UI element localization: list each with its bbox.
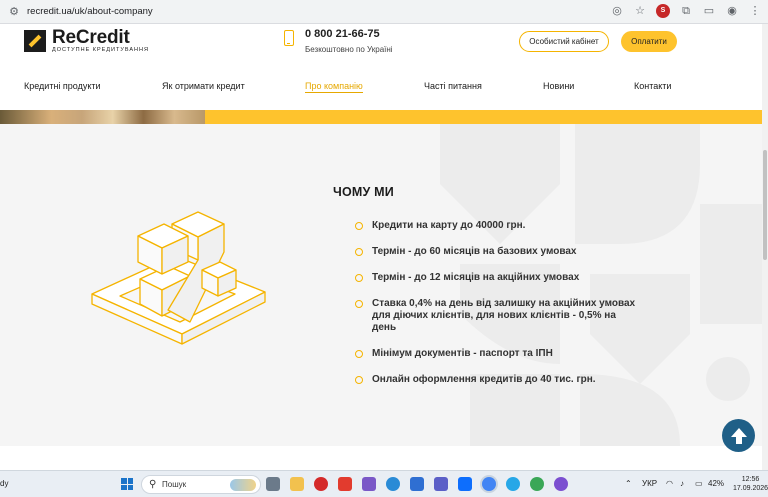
- bullet-circle-icon: [355, 350, 363, 358]
- clock-date: 17.09.2026: [733, 485, 768, 492]
- why-us-section: ЧОМУ МИ Кредити на карту до 40000 грн. Т…: [0, 124, 762, 446]
- nav-item-credit-products[interactable]: Кредитні продукти: [24, 81, 101, 91]
- logo-mark-icon: [24, 30, 46, 52]
- extensions-puzzle-icon[interactable]: ⧉: [679, 4, 693, 18]
- phone-icon: [284, 30, 294, 46]
- taskbar-left-text: dy: [0, 479, 9, 488]
- site-header: ReCredit ДОСТУПНЕ КРЕДИТУВАННЯ 0 800 21-…: [0, 24, 768, 60]
- logo-name: ReCredit: [52, 27, 130, 48]
- benefit-text: Мінімум документів - паспорт та ІПН: [372, 348, 553, 359]
- hero-banner-photo: [0, 110, 205, 124]
- nav-item-about-company[interactable]: Про компанію: [305, 81, 363, 93]
- taskbar-search[interactable]: ⚲ Пошук: [141, 475, 261, 494]
- hero-banner-strip: [0, 110, 768, 124]
- why-us-title: ЧОМУ МИ: [333, 185, 394, 199]
- scrollbar-thumb[interactable]: [763, 150, 767, 260]
- arrow-up-icon: [730, 427, 747, 444]
- battery-icon[interactable]: ▭: [695, 479, 703, 488]
- list-item: Термін - до 12 місяців на акційних умова…: [355, 272, 640, 284]
- search-highlight-icon: [230, 479, 256, 491]
- address-url[interactable]: recredit.ua/uk/about-company: [27, 6, 153, 17]
- logo-tagline: ДОСТУПНЕ КРЕДИТУВАННЯ: [52, 47, 149, 53]
- viber-icon[interactable]: [554, 477, 568, 491]
- taskbar-clock[interactable]: 12:56 17.09.2026: [733, 475, 768, 493]
- search-icon: ⚲: [149, 479, 157, 490]
- nav-item-how-to-get-credit[interactable]: Як отримати кредит: [162, 81, 245, 91]
- wifi-icon[interactable]: ◠: [666, 479, 673, 488]
- benefit-text: Кредити на карту до 40000 грн.: [372, 220, 526, 231]
- bookmark-star-icon[interactable]: ☆: [633, 4, 647, 18]
- browser-toolbar-icons: ◎ ☆ S ⧉ ▭ ◉ ⋮: [610, 4, 762, 18]
- opera-icon[interactable]: [314, 477, 328, 491]
- edge-icon[interactable]: [386, 477, 400, 491]
- bullet-circle-icon: [355, 274, 363, 282]
- benefit-text: Термін - до 60 місяців на базових умовах: [372, 246, 577, 257]
- list-item: Термін - до 60 місяців на базових умовах: [355, 246, 640, 258]
- site-info-icon[interactable]: ⚙: [7, 5, 21, 19]
- list-item: Онлайн оформлення кредитів до 40 тис. гр…: [355, 374, 640, 386]
- phone-number[interactable]: 0 800 21-66-75: [305, 28, 380, 40]
- bullet-circle-icon: [355, 248, 363, 256]
- bullet-circle-icon: [355, 376, 363, 384]
- dropbox-icon[interactable]: [458, 477, 472, 491]
- phone-note: Безкоштовно по Україні: [305, 45, 393, 54]
- nav-item-faq[interactable]: Часті питання: [424, 81, 482, 91]
- app-l-icon[interactable]: [338, 477, 352, 491]
- pay-button[interactable]: Оплатити: [621, 31, 677, 52]
- chrome-icon[interactable]: [482, 477, 496, 491]
- benefits-list: Кредити на карту до 40000 грн. Термін - …: [355, 220, 640, 400]
- telegram-icon[interactable]: [506, 477, 520, 491]
- os-taskbar: dy ⚲ Пошук ⌃ УКР ◠ ♪ ▭ 42% 12:56 17.09.2…: [0, 470, 768, 497]
- logo[interactable]: ReCredit ДОСТУПНЕ КРЕДИТУВАННЯ: [24, 27, 149, 53]
- benefit-text: Термін - до 12 місяців на акційних умова…: [372, 272, 580, 283]
- benefit-text: Ставка 0,4% на день від залишку на акцій…: [372, 298, 636, 333]
- list-item: Кредити на карту до 40000 грн.: [355, 220, 640, 232]
- copilot-icon[interactable]: [362, 477, 376, 491]
- main-nav: Кредитні продукти Як отримати кредит Про…: [0, 60, 768, 110]
- browser-address-bar: ⚙ recredit.ua/uk/about-company ◎ ☆ S ⧉ ▭…: [0, 0, 768, 24]
- benefit-text: Онлайн оформлення кредитів до 40 тис. гр…: [372, 374, 596, 385]
- eye-slash-icon[interactable]: ◎: [610, 4, 624, 18]
- extension-icon[interactable]: S: [656, 4, 670, 18]
- battery-percent: 42%: [708, 479, 725, 488]
- app-icon[interactable]: [410, 477, 424, 491]
- personal-cabinet-button[interactable]: Особистий кабінет: [519, 31, 609, 52]
- file-explorer-icon[interactable]: [290, 477, 304, 491]
- scroll-to-top-button[interactable]: [722, 419, 755, 452]
- task-view-icon[interactable]: [266, 477, 280, 491]
- list-item: Ставка 0,4% на день від залишку на акцій…: [355, 298, 640, 334]
- taskbar-search-label: Пошук: [162, 480, 187, 489]
- menu-dots-icon[interactable]: ⋮: [748, 4, 762, 18]
- tray-chevron-icon[interactable]: ⌃: [625, 479, 632, 488]
- side-panel-icon[interactable]: ▭: [702, 4, 716, 18]
- page-bottom: [0, 446, 762, 470]
- utorrent-icon[interactable]: [530, 477, 544, 491]
- volume-icon[interactable]: ♪: [680, 479, 684, 488]
- nav-item-news[interactable]: Новини: [543, 81, 574, 91]
- windows-start-icon[interactable]: [121, 478, 133, 490]
- percent-illustration: [91, 211, 266, 345]
- clock-time: 12:56: [741, 476, 760, 483]
- bullet-circle-icon: [355, 222, 363, 230]
- profile-icon[interactable]: ◉: [725, 4, 739, 18]
- teams-icon[interactable]: [434, 477, 448, 491]
- list-item: Мінімум документів - паспорт та ІПН: [355, 348, 640, 360]
- language-indicator[interactable]: УКР: [642, 479, 657, 488]
- nav-item-contacts[interactable]: Контакти: [634, 81, 671, 91]
- bullet-circle-icon: [355, 300, 363, 308]
